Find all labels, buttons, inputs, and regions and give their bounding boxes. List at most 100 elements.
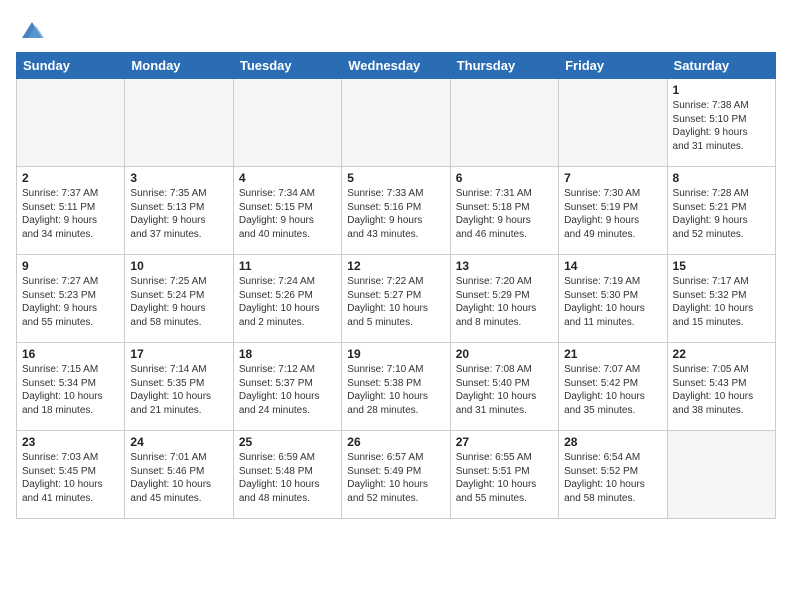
calendar-cell: 25 Sunrise: 6:59 AM Sunset: 5:48 PM Dayli… [233, 431, 341, 519]
calendar-cell: 5 Sunrise: 7:33 AM Sunset: 5:16 PM Daylig… [342, 167, 450, 255]
calendar-cell: 9 Sunrise: 7:27 AM Sunset: 5:23 PM Daylig… [17, 255, 125, 343]
calendar-cell: 13Sunrise: 7:20 AM Sunset: 5:29 PM Dayli… [450, 255, 558, 343]
week-row-3: 9 Sunrise: 7:27 AM Sunset: 5:23 PM Daylig… [17, 255, 776, 343]
day-info: Sunrise: 7:37 AM Sunset: 5:11 PM Dayligh… [22, 187, 119, 241]
calendar-cell: 23Sunrise: 7:03 AM Sunset: 5:45 PM Dayli… [17, 431, 125, 519]
calendar-cell: 2 Sunrise: 7:37 AM Sunset: 5:11 PM Daylig… [17, 167, 125, 255]
calendar-cell: 8 Sunrise: 7:28 AM Sunset: 5:21 PM Daylig… [667, 167, 775, 255]
day-info: Sunrise: 7:12 AM Sunset: 5:37 PM Dayligh… [239, 363, 336, 417]
calendar-cell: 6 Sunrise: 7:31 AM Sunset: 5:18 PM Daylig… [450, 167, 558, 255]
day-info: Sunrise: 6:59 AM Sunset: 5:48 PM Dayligh… [239, 451, 336, 505]
day-number: 6 [456, 171, 553, 185]
day-info: Sunrise: 7:27 AM Sunset: 5:23 PM Dayligh… [22, 275, 119, 329]
day-number: 7 [564, 171, 661, 185]
day-number: 18 [239, 347, 336, 361]
weekday-header-friday: Friday [559, 53, 667, 79]
calendar-table: SundayMondayTuesdayWednesdayThursdayFrid… [16, 52, 776, 519]
logo [16, 16, 46, 44]
day-number: 16 [22, 347, 119, 361]
day-info: Sunrise: 7:33 AM Sunset: 5:16 PM Dayligh… [347, 187, 444, 241]
day-info: Sunrise: 7:38 AM Sunset: 5:10 PM Dayligh… [673, 99, 770, 153]
day-number: 3 [130, 171, 227, 185]
day-info: Sunrise: 7:35 AM Sunset: 5:13 PM Dayligh… [130, 187, 227, 241]
day-info: Sunrise: 7:20 AM Sunset: 5:29 PM Dayligh… [456, 275, 553, 329]
day-number: 28 [564, 435, 661, 449]
calendar-cell: 3 Sunrise: 7:35 AM Sunset: 5:13 PM Daylig… [125, 167, 233, 255]
day-number: 1 [673, 83, 770, 97]
day-number: 23 [22, 435, 119, 449]
day-info: Sunrise: 6:54 AM Sunset: 5:52 PM Dayligh… [564, 451, 661, 505]
calendar-cell: 27 Sunrise: 6:55 AM Sunset: 5:51 PM Dayli… [450, 431, 558, 519]
calendar-cell [342, 79, 450, 167]
calendar-cell [667, 431, 775, 519]
weekday-header-wednesday: Wednesday [342, 53, 450, 79]
calendar-cell: 4 Sunrise: 7:34 AM Sunset: 5:15 PM Daylig… [233, 167, 341, 255]
day-number: 25 [239, 435, 336, 449]
day-info: Sunrise: 7:31 AM Sunset: 5:18 PM Dayligh… [456, 187, 553, 241]
calendar-cell: 10Sunrise: 7:25 AM Sunset: 5:24 PM Dayli… [125, 255, 233, 343]
day-number: 19 [347, 347, 444, 361]
day-number: 14 [564, 259, 661, 273]
day-number: 11 [239, 259, 336, 273]
day-number: 8 [673, 171, 770, 185]
calendar-cell: 21 Sunrise: 7:07 AM Sunset: 5:42 PM Dayli… [559, 343, 667, 431]
calendar-cell [125, 79, 233, 167]
day-info: Sunrise: 7:17 AM Sunset: 5:32 PM Dayligh… [673, 275, 770, 329]
day-number: 5 [347, 171, 444, 185]
day-info: Sunrise: 7:07 AM Sunset: 5:42 PM Dayligh… [564, 363, 661, 417]
day-info: Sunrise: 7:30 AM Sunset: 5:19 PM Dayligh… [564, 187, 661, 241]
day-number: 15 [673, 259, 770, 273]
weekday-header-row: SundayMondayTuesdayWednesdayThursdayFrid… [17, 53, 776, 79]
day-number: 21 [564, 347, 661, 361]
day-info: Sunrise: 7:10 AM Sunset: 5:38 PM Dayligh… [347, 363, 444, 417]
weekday-header-monday: Monday [125, 53, 233, 79]
day-number: 20 [456, 347, 553, 361]
calendar-cell: 22 Sunrise: 7:05 AM Sunset: 5:43 PM Dayli… [667, 343, 775, 431]
calendar-cell: 12 Sunrise: 7:22 AM Sunset: 5:27 PM Dayli… [342, 255, 450, 343]
week-row-5: 23Sunrise: 7:03 AM Sunset: 5:45 PM Dayli… [17, 431, 776, 519]
weekday-header-saturday: Saturday [667, 53, 775, 79]
weekday-header-thursday: Thursday [450, 53, 558, 79]
day-info: Sunrise: 6:57 AM Sunset: 5:49 PM Dayligh… [347, 451, 444, 505]
day-number: 22 [673, 347, 770, 361]
calendar-cell [559, 79, 667, 167]
calendar-cell: 11 Sunrise: 7:24 AM Sunset: 5:26 PM Dayli… [233, 255, 341, 343]
day-info: Sunrise: 6:55 AM Sunset: 5:51 PM Dayligh… [456, 451, 553, 505]
calendar-cell: 19 Sunrise: 7:10 AM Sunset: 5:38 PM Dayli… [342, 343, 450, 431]
week-row-4: 16 Sunrise: 7:15 AM Sunset: 5:34 PM Dayli… [17, 343, 776, 431]
day-number: 24 [130, 435, 227, 449]
day-info: Sunrise: 7:19 AM Sunset: 5:30 PM Dayligh… [564, 275, 661, 329]
calendar-cell: 1 Sunrise: 7:38 AM Sunset: 5:10 PM Daylig… [667, 79, 775, 167]
day-info: Sunrise: 7:08 AM Sunset: 5:40 PM Dayligh… [456, 363, 553, 417]
day-number: 9 [22, 259, 119, 273]
weekday-header-tuesday: Tuesday [233, 53, 341, 79]
calendar-cell: 16 Sunrise: 7:15 AM Sunset: 5:34 PM Dayli… [17, 343, 125, 431]
week-row-1: 1 Sunrise: 7:38 AM Sunset: 5:10 PM Daylig… [17, 79, 776, 167]
day-number: 4 [239, 171, 336, 185]
day-info: Sunrise: 7:15 AM Sunset: 5:34 PM Dayligh… [22, 363, 119, 417]
calendar-cell: 24 Sunrise: 7:01 AM Sunset: 5:46 PM Dayli… [125, 431, 233, 519]
logo-icon [18, 16, 46, 44]
weekday-header-sunday: Sunday [17, 53, 125, 79]
day-info: Sunrise: 7:28 AM Sunset: 5:21 PM Dayligh… [673, 187, 770, 241]
day-info: Sunrise: 7:14 AM Sunset: 5:35 PM Dayligh… [130, 363, 227, 417]
calendar-cell: 14 Sunrise: 7:19 AM Sunset: 5:30 PM Dayli… [559, 255, 667, 343]
day-number: 26 [347, 435, 444, 449]
calendar-cell: 18 Sunrise: 7:12 AM Sunset: 5:37 PM Dayli… [233, 343, 341, 431]
day-info: Sunrise: 7:05 AM Sunset: 5:43 PM Dayligh… [673, 363, 770, 417]
day-number: 2 [22, 171, 119, 185]
week-row-2: 2 Sunrise: 7:37 AM Sunset: 5:11 PM Daylig… [17, 167, 776, 255]
day-number: 12 [347, 259, 444, 273]
calendar-cell: 7 Sunrise: 7:30 AM Sunset: 5:19 PM Daylig… [559, 167, 667, 255]
calendar-cell [233, 79, 341, 167]
day-number: 10 [130, 259, 227, 273]
day-info: Sunrise: 7:01 AM Sunset: 5:46 PM Dayligh… [130, 451, 227, 505]
calendar-cell: 28 Sunrise: 6:54 AM Sunset: 5:52 PM Dayli… [559, 431, 667, 519]
calendar-cell [450, 79, 558, 167]
day-number: 27 [456, 435, 553, 449]
calendar-cell: 17Sunrise: 7:14 AM Sunset: 5:35 PM Dayli… [125, 343, 233, 431]
day-info: Sunrise: 7:22 AM Sunset: 5:27 PM Dayligh… [347, 275, 444, 329]
calendar-cell [17, 79, 125, 167]
day-info: Sunrise: 7:34 AM Sunset: 5:15 PM Dayligh… [239, 187, 336, 241]
day-info: Sunrise: 7:24 AM Sunset: 5:26 PM Dayligh… [239, 275, 336, 329]
